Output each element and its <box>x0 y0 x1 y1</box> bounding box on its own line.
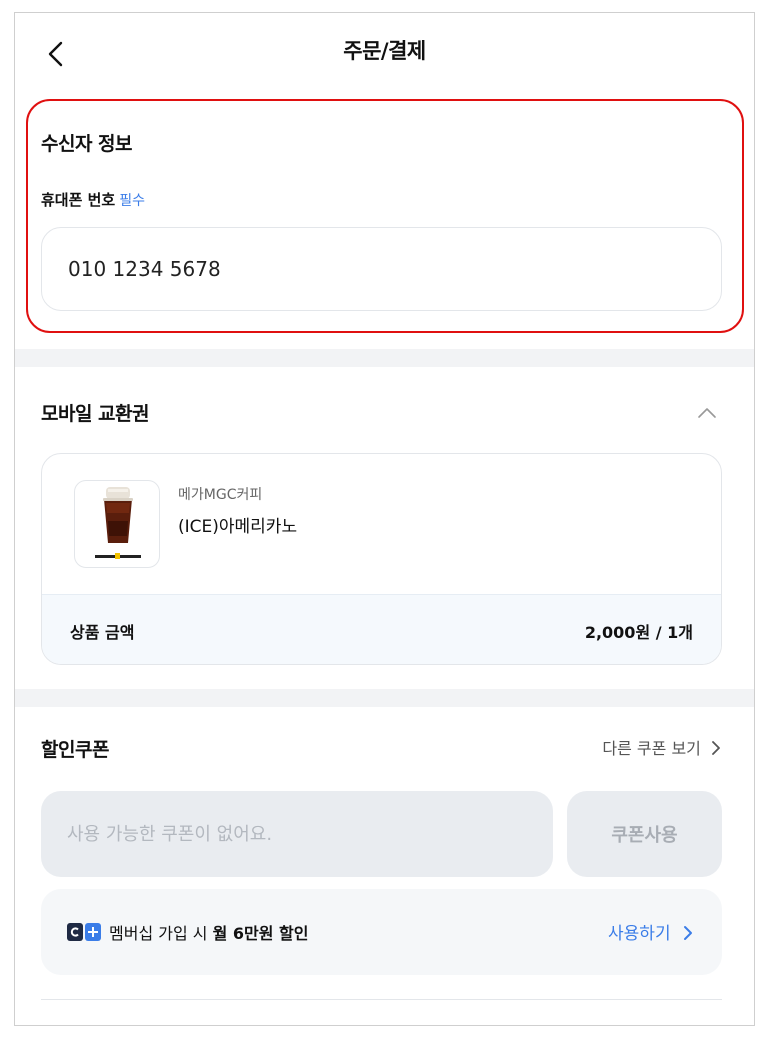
brand-name: 메가MGC커피 <box>178 487 263 503</box>
voucher-card: 메가MGC커피 (ICE)아메리카노 상품 금액 2,000원 / 1개 <box>41 453 722 665</box>
section-divider <box>15 689 754 707</box>
product-thumbnail <box>74 480 160 568</box>
phone-label: 휴대폰 번호 필수 <box>41 189 145 210</box>
bottom-divider <box>41 999 722 1000</box>
coupon-section-title: 할인쿠폰 <box>41 739 109 761</box>
price-label: 상품 금액 <box>70 623 135 642</box>
membership-banner[interactable]: 멤버십 가입 시 월 6만원 할인 사용하기 <box>41 889 722 975</box>
chevron-right-icon <box>684 926 692 940</box>
membership-text: 멤버십 가입 시 월 6만원 할인 <box>109 920 308 944</box>
iced-americano-image <box>95 487 141 559</box>
membership-text-prefix: 멤버십 가입 시 <box>109 924 213 943</box>
chevron-up-icon <box>698 408 716 418</box>
phone-input[interactable] <box>41 227 722 311</box>
membership-text-bold: 월 6만원 할인 <box>212 924 309 943</box>
product-name: (ICE)아메리카노 <box>178 517 298 537</box>
page-title: 주문/결제 <box>343 39 426 63</box>
recipient-section-title: 수신자 정보 <box>41 133 133 155</box>
price-value: 2,000원 / 1개 <box>584 623 693 642</box>
voucher-collapse-button[interactable] <box>695 401 719 425</box>
coupon-input[interactable] <box>41 791 553 877</box>
c-plus-membership-icon <box>67 923 101 941</box>
voucher-section-title: 모바일 교환권 <box>41 403 150 425</box>
price-row: 상품 금액 2,000원 / 1개 <box>42 594 721 664</box>
apply-coupon-button[interactable]: 쿠폰사용 <box>567 791 722 877</box>
top-bar: 주문/결제 <box>15 13 754 91</box>
use-membership-label: 사용하기 <box>608 924 671 944</box>
required-badge: 필수 <box>119 193 145 209</box>
phone-label-text: 휴대폰 번호 <box>41 191 116 209</box>
chevron-right-icon <box>712 741 720 755</box>
use-membership-link[interactable]: 사용하기 <box>608 919 694 944</box>
section-divider <box>15 349 754 367</box>
app-frame: 주문/결제 수신자 정보 휴대폰 번호필수 모바일 교환권 메가MGC커피 <box>14 12 755 1026</box>
other-coupons-link[interactable]: 다른 쿠폰 보기 <box>602 735 722 759</box>
other-coupons-label: 다른 쿠폰 보기 <box>602 739 701 758</box>
